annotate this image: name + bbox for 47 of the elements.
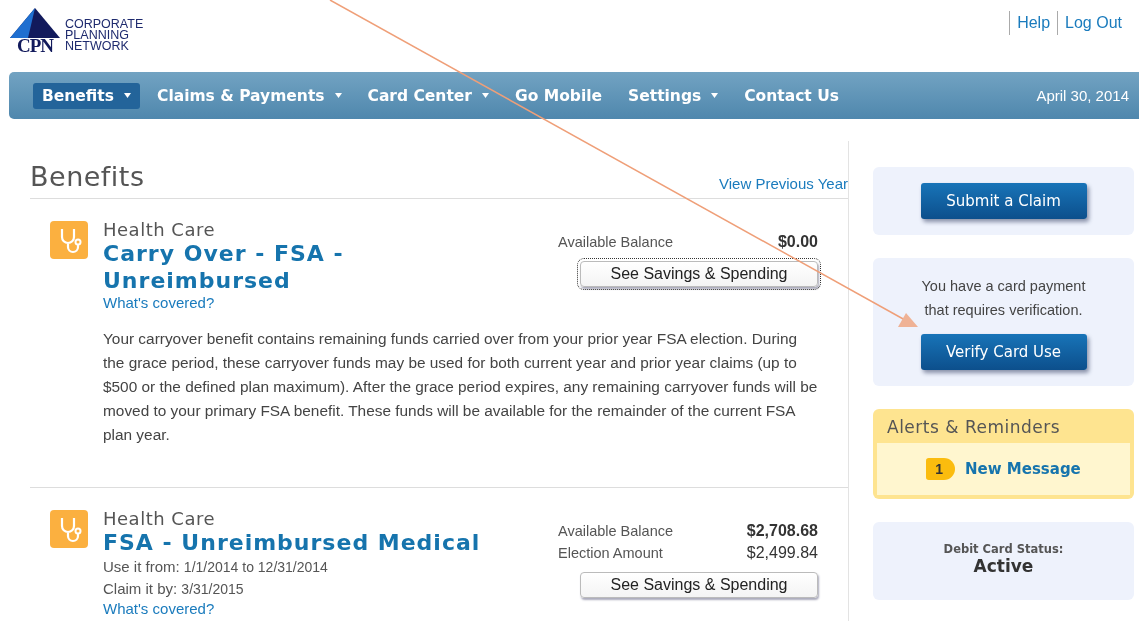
caret-icon <box>711 93 719 98</box>
verification-message: You have a card payment that requires verification. <box>920 277 1087 320</box>
logo-mark: CPN <box>16 38 54 54</box>
covered-link[interactable]: What's covered? <box>103 600 543 617</box>
header-link[interactable]: Log Out <box>1057 11 1129 35</box>
amount-value: $0.00 <box>777 232 818 252</box>
plan-description: Your carryover benefit contains remaining funds carried over from your prior year FSA election. During the grace period, these carryover funds may be used for both current year and prior year claims (up to $500 or the defined plan maximum). After the grace period expires, any remaining carryover funds will be moved to your primary FSA benefit. These funds will be available for the remainder of the current FSA plan year. <box>103 329 818 445</box>
amount-label: Election Amount <box>558 544 663 563</box>
savings-spending-button[interactable]: See Savings & Spending <box>580 261 818 287</box>
new-message-link[interactable]: New Message <box>965 460 1081 478</box>
amount-label: Available Balance <box>558 522 673 541</box>
logo-text: NETWORK <box>65 41 130 52</box>
previous-year-link[interactable]: View Previous Year <box>719 175 848 192</box>
logo-text: CORPORATE <box>65 19 144 30</box>
submit-claim-button[interactable]: Submit a Claim <box>920 183 1087 219</box>
stethoscope-icon <box>50 510 88 548</box>
message-count: 1 <box>926 458 955 480</box>
nav-item[interactable]: Benefits <box>33 82 140 109</box>
plan-detail: Use it from: 1/1/2014 to 12/31/2014 <box>103 557 329 577</box>
alerts-title: Alerts & Reminders <box>886 416 1062 439</box>
current-date: April 30, 2014 <box>1036 87 1129 104</box>
amount-value: $2,499.84 <box>746 543 818 563</box>
plan-title: Carry Over - FSA - Unreimbursed <box>103 240 345 294</box>
stethoscope-icon <box>50 221 88 259</box>
caret-icon <box>334 93 342 98</box>
caret-icon <box>124 93 131 98</box>
verify-card-button[interactable]: Verify Card Use <box>920 334 1087 370</box>
plan-title: FSA - Unreimbursed Medical <box>103 529 482 556</box>
header-link[interactable]: Help <box>1009 11 1058 35</box>
savings-spending-button[interactable]: See Savings & Spending <box>580 572 818 598</box>
amount-label: Available Balance <box>558 233 673 252</box>
nav-item[interactable]: Go Mobile <box>506 82 612 109</box>
logo-text: PLANNING <box>65 30 130 41</box>
plan-category: Health Care <box>103 508 216 529</box>
plan-detail: Claim it by: 3/31/2015 <box>103 579 245 599</box>
caret-icon <box>482 93 489 98</box>
card-status-label: Debit Card Status: <box>943 542 1064 556</box>
covered-link[interactable]: What's covered? <box>103 294 543 311</box>
amount-value: $2,708.68 <box>746 521 818 541</box>
nav-item[interactable]: Settings <box>619 82 728 109</box>
triangle-logo-icon <box>10 8 60 38</box>
page-title: Benefits <box>30 161 145 192</box>
card-status-value: Active <box>973 556 1034 576</box>
plan-category: Health Care <box>103 219 216 240</box>
nav-item[interactable]: Contact Us <box>735 82 848 109</box>
nav-item[interactable]: Claims & Payments <box>148 82 351 109</box>
nav-item[interactable]: Card Center <box>358 82 498 109</box>
